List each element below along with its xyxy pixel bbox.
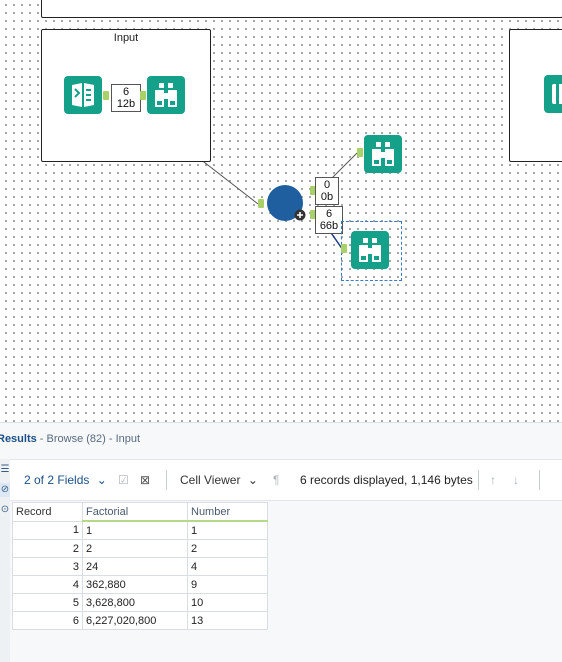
cell-factorial[interactable]: 1 — [82, 520, 188, 540]
false-records: 6 — [325, 208, 333, 220]
checkbox-icon[interactable]: ☑ — [118, 473, 129, 487]
cell-factorial[interactable]: 2 — [82, 539, 188, 558]
chevron-down-icon: ⌄ — [247, 473, 258, 487]
table-header-row: Record Factorial Number — [12, 502, 268, 522]
binoculars-icon — [155, 83, 177, 107]
cell-viewer-dropdown[interactable]: Cell Viewer ⌄ — [180, 473, 258, 487]
cell-number[interactable]: 4 — [187, 557, 268, 576]
toolbar-divider — [166, 470, 167, 490]
header-factorial[interactable]: Factorial — [82, 502, 188, 522]
link-icon[interactable]: ⊘ — [0, 483, 10, 497]
fields-dropdown[interactable]: 2 of 2 Fields ⌄ — [24, 473, 107, 487]
cell-record[interactable]: 4 — [12, 575, 83, 594]
cell-number[interactable]: 13 — [187, 611, 268, 630]
cell-record[interactable]: 6 — [12, 611, 83, 630]
top-container-edge[interactable] — [41, 0, 562, 18]
input-data-tool[interactable] — [64, 76, 102, 114]
results-table: Record Factorial Number 1 1 1 2 2 2 3 24… — [12, 502, 268, 630]
false-record-count: 6 66b — [315, 206, 343, 234]
false-bytes: 66b — [319, 220, 339, 232]
workflow-canvas[interactable]: Input 6 12b 0 0b 6 66b — [0, 0, 562, 422]
cell-number[interactable]: 9 — [187, 575, 268, 594]
book-icon — [72, 83, 94, 107]
arrow-up-icon[interactable]: ↑ — [490, 473, 496, 487]
cell-record[interactable]: 2 — [12, 539, 83, 558]
grid-view-icon[interactable]: ☰ — [0, 463, 10, 477]
toolbar-divider — [478, 470, 479, 490]
cell-number[interactable]: 1 — [187, 520, 268, 540]
cell-factorial[interactable]: 6,227,020,800 — [82, 611, 188, 630]
results-title-rest: - Browse (82) - Input — [36, 433, 141, 445]
results-left-strip: ☰ ⊘ ⊙ — [0, 459, 10, 662]
table-row[interactable]: 1 1 1 — [12, 520, 268, 540]
python-input-anchor[interactable] — [258, 199, 264, 208]
results-title: Results - Browse (82) - Input — [0, 433, 140, 445]
true-bytes: 0b — [320, 191, 334, 203]
circle-tool-icon[interactable] — [266, 184, 310, 224]
true-records: 0 — [323, 179, 331, 191]
container-title: Input — [113, 32, 139, 44]
table-row[interactable]: 2 2 2 — [12, 539, 268, 558]
close-box-icon[interactable]: ⊠ — [140, 473, 150, 487]
browse-false-anchor[interactable] — [341, 244, 347, 253]
record-count-value: 6 — [122, 86, 130, 98]
header-record[interactable]: Record — [12, 502, 83, 522]
browse-input-anchor[interactable] — [140, 91, 146, 100]
cell-viewer-label: Cell Viewer — [180, 473, 241, 487]
cell-factorial[interactable]: 24 — [82, 557, 188, 576]
cell-number[interactable]: 10 — [187, 593, 268, 612]
history-icon[interactable]: ⊙ — [0, 503, 10, 517]
cell-record[interactable]: 1 — [12, 520, 83, 540]
pilcrow-icon[interactable]: ¶ — [273, 473, 279, 487]
arrow-down-icon[interactable]: ↓ — [513, 473, 519, 487]
cell-factorial[interactable]: 362,880 — [82, 575, 188, 594]
table-row[interactable]: 6 6,227,020,800 13 — [12, 611, 268, 630]
cell-number[interactable]: 2 — [187, 539, 268, 558]
input-tool-partial[interactable] — [544, 75, 562, 113]
input-output-anchor[interactable] — [103, 91, 109, 100]
cell-record[interactable]: 3 — [12, 557, 83, 576]
toolbar-divider — [539, 470, 540, 490]
cell-factorial[interactable]: 3,628,800 — [82, 593, 188, 612]
header-number[interactable]: Number — [187, 502, 268, 522]
table-row[interactable]: 5 3,628,800 10 — [12, 593, 268, 612]
binoculars-icon — [372, 142, 394, 166]
fields-label: 2 of 2 Fields — [24, 473, 90, 487]
byte-count-value: 12b — [116, 98, 136, 110]
true-record-count: 0 0b — [315, 177, 339, 205]
table-row[interactable]: 3 24 4 — [12, 557, 268, 576]
browse-tool-inner[interactable] — [147, 76, 185, 114]
cell-record[interactable]: 5 — [12, 593, 83, 612]
records-info: 6 records displayed, 1,146 bytes — [300, 473, 473, 487]
right-container-edge[interactable] — [509, 29, 562, 162]
browse-tool-true[interactable] — [364, 135, 402, 173]
table-row[interactable]: 4 362,880 9 — [12, 575, 268, 594]
browse-tool-false[interactable] — [351, 231, 389, 269]
input-record-count: 6 12b — [111, 84, 141, 112]
binoculars-icon — [359, 238, 381, 262]
results-toolbar: 2 of 2 Fields ⌄ ☑ ⊠ Cell Viewer ⌄ ¶ 6 re… — [10, 459, 562, 501]
chevron-down-icon: ⌄ — [96, 473, 107, 487]
results-title-bold: Results — [0, 433, 37, 445]
browse-true-anchor[interactable] — [357, 148, 363, 157]
